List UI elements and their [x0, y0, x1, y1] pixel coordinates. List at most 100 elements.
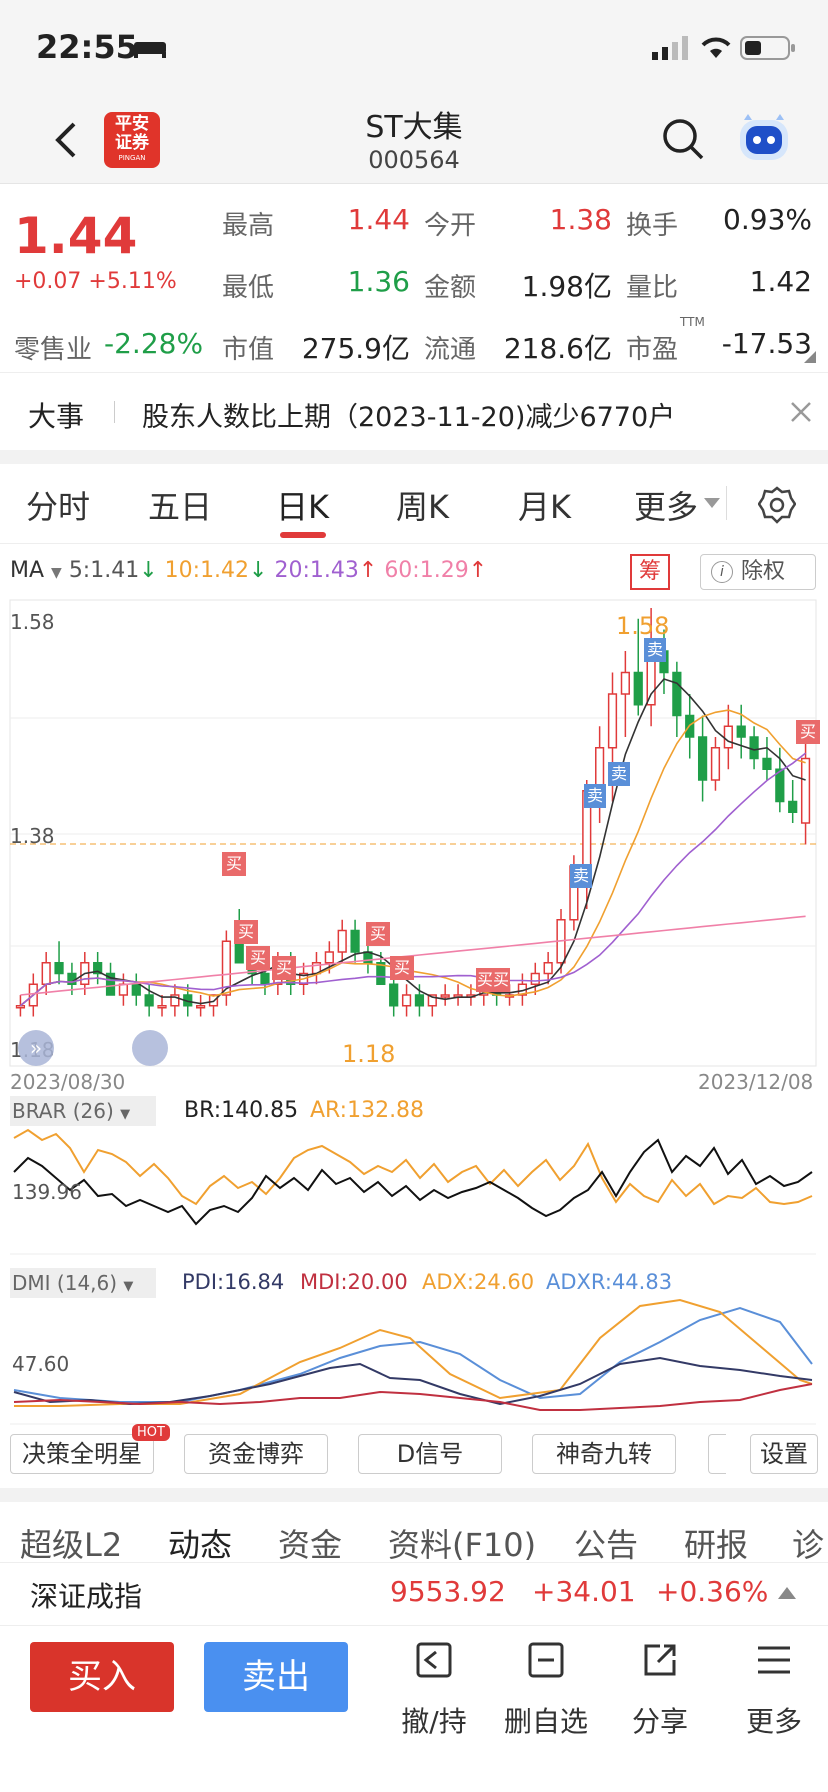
tab-intraday[interactable]: 分时	[26, 482, 90, 528]
brar-selector[interactable]: BRAR (26) ▼	[10, 1096, 156, 1126]
buy-signal-tag: 买	[272, 956, 296, 980]
remove-watchlist-button[interactable]: 删自选	[500, 1700, 592, 1740]
kline-chart[interactable]	[0, 598, 828, 1068]
chevron-up-icon[interactable]	[778, 1585, 796, 1599]
index-ticker[interactable]: 深证成指 9553.92 +34.01 +0.36%	[0, 1562, 828, 1624]
chip-distribution-button[interactable]: 筹	[630, 554, 670, 590]
tab-funds[interactable]: 资金	[278, 1520, 342, 1566]
dmi-selector[interactable]: DMI (14,6) ▼	[10, 1268, 156, 1298]
candle-body	[118, 983, 129, 996]
candle-body	[157, 1005, 167, 1009]
tab-monthly-k[interactable]: 月K	[518, 482, 571, 528]
mcap-value: 275.9亿	[301, 332, 410, 365]
adx-line	[14, 1298, 813, 1407]
d-signal-button[interactable]: D信号	[358, 1434, 502, 1474]
price-change: +0.07 +5.11%	[14, 269, 177, 294]
event-text[interactable]: 股东人数比上期（2023-11-20)减少6770户	[142, 395, 675, 434]
cancel-order-icon[interactable]	[414, 1640, 454, 1680]
date-end: 2023/12/08	[698, 1070, 814, 1094]
search-icon[interactable]	[662, 118, 704, 160]
share-button[interactable]: 分享	[620, 1700, 700, 1740]
robot-assistant-icon[interactable]	[736, 114, 792, 164]
sector-name[interactable]: 零售业	[14, 329, 92, 366]
pdi-line	[13, 1356, 813, 1406]
exright-button[interactable]: i 除权	[700, 554, 816, 590]
candle-body	[389, 983, 399, 1007]
event-tag: 大事	[28, 400, 85, 433]
gear-icon[interactable]	[758, 486, 796, 524]
clock: 22:55	[36, 28, 138, 66]
candle-body	[800, 757, 811, 824]
low-label: 1.18	[342, 1040, 396, 1068]
magic-nine-button[interactable]: 神奇九转	[532, 1434, 676, 1474]
wifi-icon	[701, 37, 731, 58]
close-icon[interactable]	[790, 401, 812, 423]
settings-button[interactable]: 设置	[750, 1434, 818, 1474]
ma60-up-icon: ↑	[468, 558, 488, 583]
more-button[interactable]: 更多	[734, 1700, 814, 1740]
tab-more[interactable]: 更多	[634, 482, 698, 528]
pdi-value: PDI:16.84	[182, 1270, 285, 1294]
y-tick-mid: 1.38	[10, 824, 55, 848]
status-bar: 22:55	[0, 0, 828, 92]
turnover-label: 换手	[626, 211, 679, 241]
candle-body	[749, 736, 759, 760]
change-abs: +0.07	[14, 269, 82, 294]
tab-diagnosis[interactable]: 诊	[792, 1520, 824, 1566]
decision-stars-button[interactable]: 决策全明星	[10, 1434, 154, 1474]
ma-label: MA	[10, 558, 45, 583]
candle-body	[260, 972, 270, 985]
scroll-left-icon[interactable]: »	[18, 1030, 54, 1066]
vol-ratio-label: 量比	[626, 273, 679, 303]
low-value: 1.36	[347, 265, 410, 298]
open-value: 1.38	[549, 203, 612, 236]
buy-button[interactable]: 买入	[30, 1642, 174, 1712]
index-name: 深证成指	[30, 1580, 143, 1613]
amount-value: 1.98亿	[521, 270, 612, 303]
high-label: 最高	[222, 211, 275, 241]
tab-news[interactable]: 动态	[168, 1520, 232, 1566]
dmi-chart[interactable]	[0, 1298, 828, 1426]
candle-body	[440, 994, 450, 998]
buy-signal-tag: 买	[234, 920, 258, 944]
tab-announcements[interactable]: 公告	[574, 1520, 638, 1566]
menu-icon[interactable]	[754, 1640, 794, 1680]
last-price: 1.44	[14, 207, 138, 265]
tool-overflow[interactable]	[708, 1434, 726, 1474]
fullscreen-icon[interactable]	[132, 1030, 168, 1066]
section-gap	[0, 1488, 828, 1502]
battery-icon	[740, 36, 795, 60]
candle-body	[414, 994, 425, 1007]
tab-five-day[interactable]: 五日	[148, 482, 212, 528]
remove-watchlist-icon[interactable]	[526, 1640, 566, 1680]
candle-body	[762, 757, 772, 770]
ma60-value: 60:1.29	[384, 558, 469, 583]
sell-button[interactable]: 卖出	[204, 1642, 348, 1712]
brar-dropdown-icon: ▼	[120, 1107, 131, 1122]
tab-weekly-k[interactable]: 周K	[396, 482, 449, 528]
fund-game-button[interactable]: 资金博弈	[184, 1434, 328, 1474]
expand-corner-icon[interactable]	[804, 351, 816, 363]
cancel-hold-button[interactable]: 撤/持	[394, 1700, 474, 1740]
nav-bar: 平安 证券 PINGAN ST大集 000564	[0, 92, 828, 184]
tab-super-l2[interactable]: 超级L2	[20, 1520, 122, 1566]
ma-dropdown-icon: ▼	[51, 565, 62, 581]
buy-signal-tag: 买买	[476, 968, 510, 992]
brar-chart[interactable]	[0, 1126, 828, 1256]
ma-legend[interactable]: MA ▼ 5:1.41↓ 10:1.42↓ 20:1.43↑ 60:1.29↑	[10, 558, 487, 583]
tab-daily-k[interactable]: 日K	[276, 482, 329, 528]
buy-signal-tag: 买	[222, 852, 246, 876]
candle-body	[723, 725, 733, 749]
tab-research[interactable]: 研报	[684, 1520, 748, 1566]
adxr-line	[13, 1306, 813, 1403]
mdi-line	[13, 1383, 813, 1411]
tab-f10[interactable]: 资料(F10)	[388, 1520, 536, 1566]
exright-label: 除权	[741, 559, 786, 584]
share-icon[interactable]	[640, 1640, 680, 1680]
dmi-level: 47.60	[12, 1352, 70, 1376]
tab-divider	[726, 486, 727, 520]
candle-body	[401, 994, 412, 1007]
event-bar[interactable]: 大事 股东人数比上期（2023-11-20)减少6770户	[0, 372, 828, 450]
index-change: +34.01	[532, 1575, 636, 1608]
float-value: 218.6亿	[503, 332, 612, 365]
